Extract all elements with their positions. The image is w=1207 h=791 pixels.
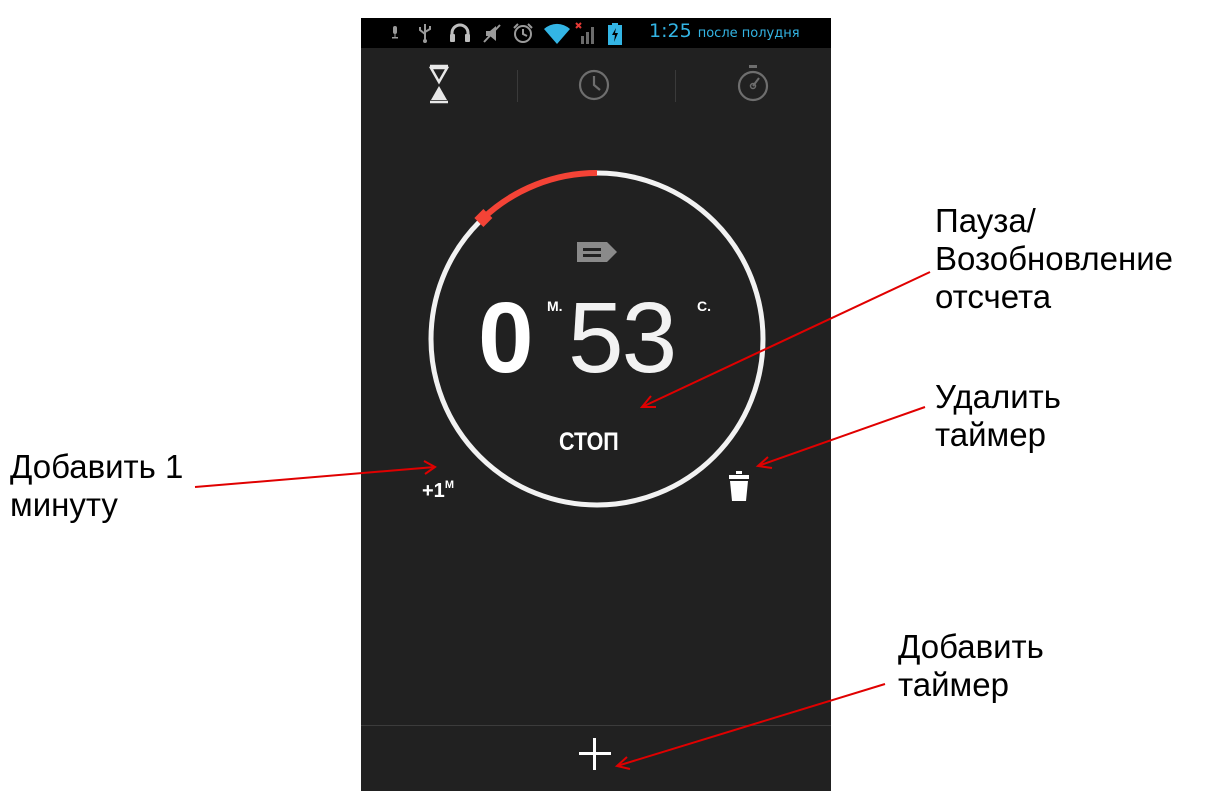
timer-minutes-unit: М. [547,298,563,314]
timer-progress-arc [481,170,598,221]
annotation-add-timer: Добавить таймер [898,628,1044,703]
timer-seconds: 53 [568,282,677,394]
add-minute-button[interactable]: +1М [422,479,454,503]
timer-minutes: 0 [478,282,534,394]
timer-dial [428,170,766,508]
stop-button[interactable]: СТОП [559,428,619,457]
add-minute-label: +1 [422,480,445,502]
label-tag-icon[interactable] [575,240,619,264]
plus-icon [579,738,611,770]
annotation-add-minute: Добавить 1 минуту [10,448,184,523]
phone-screen: 1:25 после полудня 0 М. 53 С. СТОП +1М [361,18,831,791]
add-timer-button[interactable] [577,736,613,772]
bottom-bar-divider [361,725,831,726]
timer-seconds-unit: С. [697,298,711,314]
add-minute-unit: М [444,479,454,491]
annotation-pause-resume: Пауза/ Возобновление отсчета [935,202,1173,315]
annotation-delete-timer: Удалить таймер [935,378,1061,453]
delete-timer-button[interactable] [728,470,750,502]
trash-icon [729,471,749,501]
